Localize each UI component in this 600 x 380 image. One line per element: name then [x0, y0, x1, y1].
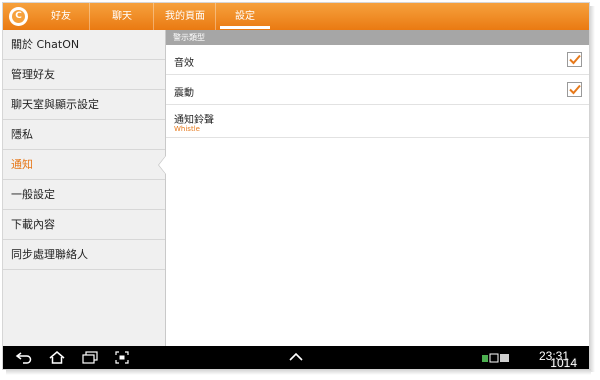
ringtone-setting-row[interactable]: 通知鈴聲 Whistle	[166, 105, 589, 138]
home-icon[interactable]	[48, 350, 66, 365]
sidebar-item-downloads[interactable]: 下載內容	[3, 210, 165, 240]
settings-category-list: 關於 ChatON 管理好友 聊天室與顯示設定 隱私 通知 一般設定 下載內容 …	[3, 30, 166, 346]
section-header-alert-type: 警示類型	[166, 30, 589, 45]
window-shadow-right	[589, 6, 595, 372]
screenshot-icon[interactable]	[113, 350, 131, 365]
window-shadow-bottom	[6, 369, 591, 375]
sidebar-item-sync-contacts[interactable]: 同步處理聯絡人	[3, 240, 165, 270]
tab-chats[interactable]: 聊天	[89, 3, 154, 30]
tab-settings[interactable]: 設定	[215, 3, 274, 30]
back-icon[interactable]	[15, 350, 33, 365]
check-icon	[568, 84, 581, 95]
ringtone-value: Whistle	[174, 125, 200, 133]
sidebar-item-privacy[interactable]: 隱私	[3, 120, 165, 150]
selection-arrow-icon	[158, 155, 166, 175]
sidebar-item-notifications[interactable]: 通知	[3, 150, 166, 180]
chaton-logo-icon[interactable]: C	[9, 7, 28, 26]
notification-status-icons	[481, 350, 511, 365]
sidebar-item-chat-display[interactable]: 聊天室與顯示設定	[3, 90, 165, 120]
sound-label: 音效	[174, 58, 194, 69]
notification-settings-panel: 警示類型 音效 震動 通知鈴聲 Whistle	[166, 30, 589, 346]
sidebar-item-label: 通知	[11, 158, 33, 171]
chevron-up-icon[interactable]	[287, 350, 305, 365]
check-icon	[568, 54, 581, 65]
system-navigation-bar: 23:31	[3, 346, 589, 369]
tab-friends[interactable]: 好友	[33, 3, 89, 30]
ringtone-label: 通知鈴聲	[174, 115, 214, 126]
sidebar-item-general[interactable]: 一般設定	[3, 180, 165, 210]
vibrate-label: 震動	[174, 88, 194, 99]
vibrate-checkbox[interactable]	[567, 82, 582, 97]
sound-checkbox[interactable]	[567, 52, 582, 67]
app-window: C 好友 聊天 我的頁面 設定 關於 ChatON 管理好友 聊天室與顯示設定 …	[2, 2, 590, 370]
action-bar: C 好友 聊天 我的頁面 設定	[3, 3, 589, 30]
recent-apps-icon[interactable]	[81, 350, 99, 365]
watermark-text: 1014	[550, 356, 577, 370]
sidebar-item-manage-friends[interactable]: 管理好友	[3, 60, 165, 90]
tab-my-page[interactable]: 我的頁面	[153, 3, 216, 30]
vibrate-setting-row[interactable]: 震動	[166, 75, 589, 105]
sound-setting-row[interactable]: 音效	[166, 45, 589, 75]
sidebar-item-about-chaton[interactable]: 關於 ChatON	[3, 30, 165, 60]
